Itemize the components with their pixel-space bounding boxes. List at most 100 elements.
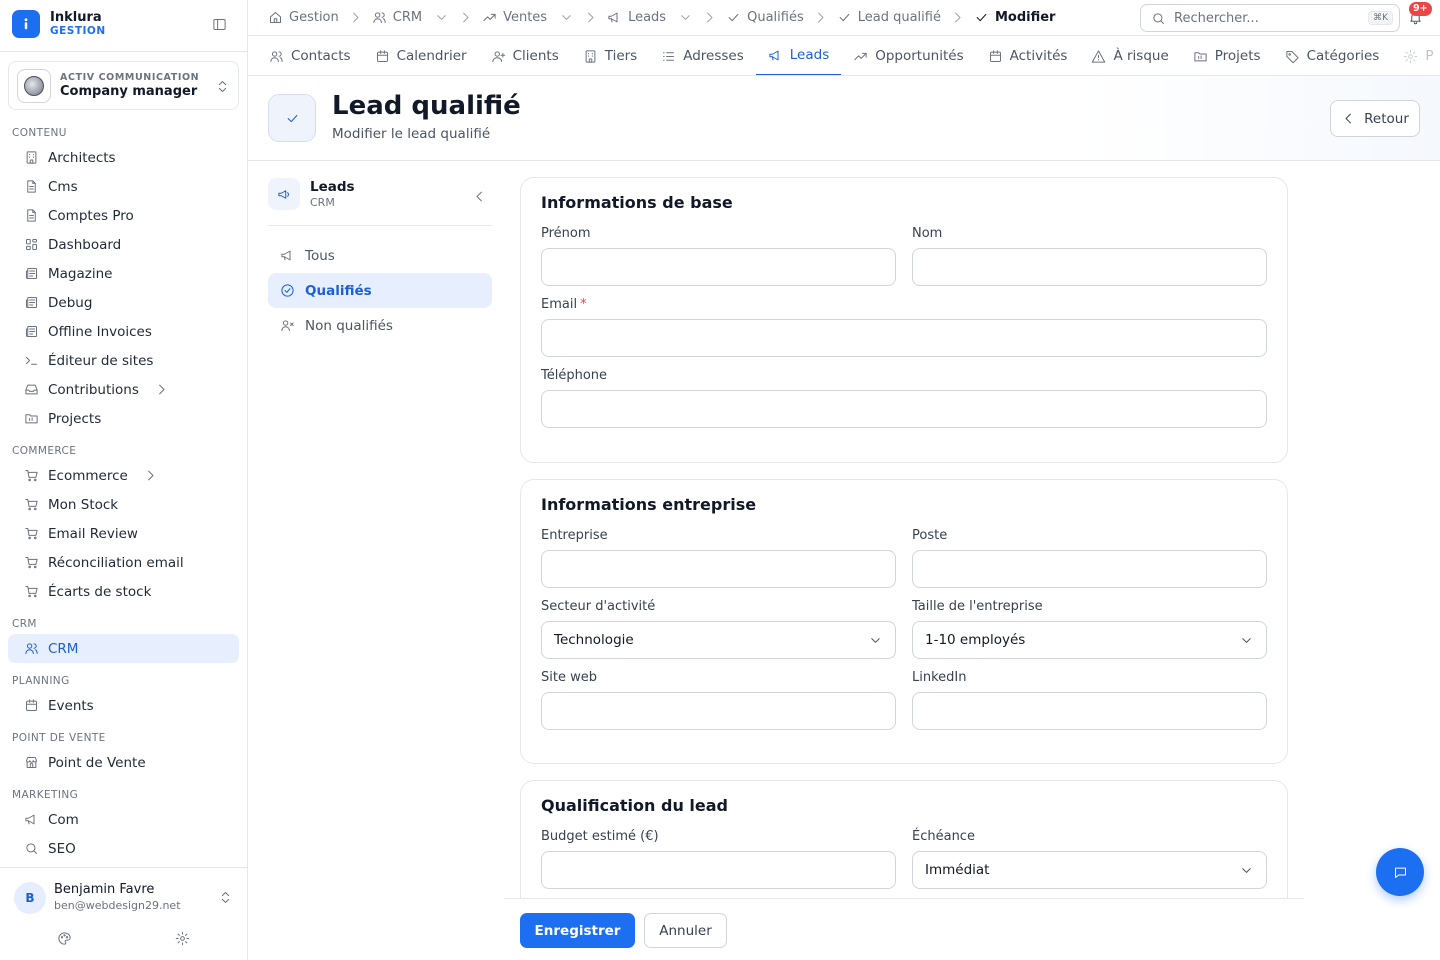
- cancel-button[interactable]: Annuler: [644, 913, 727, 948]
- sidebar-item-label: Com: [48, 811, 79, 828]
- subnav-item-tous[interactable]: Tous: [268, 238, 492, 273]
- subnav-item-non-qualifies[interactable]: Non qualifiés: [268, 308, 492, 343]
- website-label: Site web: [541, 670, 597, 685]
- sector-select[interactable]: Technologie: [541, 621, 896, 659]
- chevron-updown-icon: [215, 79, 230, 94]
- chevron-right-icon: [147, 470, 154, 481]
- chevron-updown-icon[interactable]: [218, 890, 233, 905]
- megaphone-icon: [608, 12, 618, 23]
- chevron-right-icon: [817, 12, 824, 23]
- search-input[interactable]: Rechercher... ⌘K: [1140, 4, 1400, 32]
- budget-field[interactable]: [541, 851, 896, 889]
- chevron-down-icon: [1242, 637, 1251, 643]
- subnav-title: Leads: [310, 178, 355, 195]
- sidebar-toggle-icon[interactable]: [212, 17, 227, 32]
- sidebar-item-magazine[interactable]: Magazine: [8, 259, 239, 288]
- sidebar-item-label: Events: [48, 697, 94, 714]
- breadcrumb-separator: [813, 10, 828, 25]
- sidebar-item-offline-invoices[interactable]: Offline Invoices: [8, 317, 239, 346]
- org-switcher[interactable]: ACTIV COMMUNICATION Company manager: [8, 61, 239, 110]
- sidebar-item-contributions[interactable]: Contributions: [8, 375, 239, 404]
- sidebar-item-debug[interactable]: Debug: [8, 288, 239, 317]
- sidebar-item-point-de-vente[interactable]: Point de Vente: [8, 748, 239, 777]
- sidebar-item-label: SEO: [48, 840, 76, 857]
- position-field[interactable]: [912, 550, 1267, 588]
- breadcrumb-separator: [702, 10, 717, 25]
- users-icon: [270, 50, 283, 62]
- breadcrumb-item[interactable]: Lead qualifié: [837, 10, 941, 25]
- sidebar-item-events[interactable]: Events: [8, 691, 239, 720]
- sidebar-item-ecommerce[interactable]: Ecommerce: [8, 461, 239, 490]
- tab-a-risque[interactable]: À risque: [1079, 36, 1180, 75]
- deadline-label: Échéance: [912, 829, 975, 844]
- breadcrumb-item[interactable]: Gestion: [268, 10, 339, 25]
- sidebar-item-label: Contributions: [48, 381, 139, 398]
- gear-icon[interactable]: [175, 931, 190, 946]
- tab-clients[interactable]: Clients: [479, 36, 571, 75]
- subnav-item-qualifies[interactable]: Qualifiés: [268, 273, 492, 308]
- file-icon: [27, 180, 36, 193]
- sidebar-item-label: Comptes Pro: [48, 207, 134, 224]
- deadline-select[interactable]: Immédiat: [912, 851, 1267, 889]
- user-menu[interactable]: B Benjamin Favre ben@webdesign29.net: [0, 868, 247, 960]
- sector-label: Secteur d'activité: [541, 599, 656, 614]
- check-icon: [268, 94, 316, 142]
- chevron-left-icon[interactable]: [472, 189, 487, 204]
- section-title: Qualification du lead: [541, 796, 728, 815]
- save-button[interactable]: Enregistrer: [520, 913, 635, 948]
- phone-field[interactable]: [541, 390, 1267, 428]
- cart-icon: [25, 499, 38, 511]
- breadcrumb-label: Qualifiés: [747, 10, 804, 25]
- sidebar-item-reconciliation-email[interactable]: Réconciliation email: [8, 548, 239, 577]
- sidebar-item-dashboard[interactable]: Dashboard: [8, 230, 239, 259]
- sidebar-item-projects[interactable]: Projects: [8, 404, 239, 433]
- size-label: Taille de l'entreprise: [912, 599, 1043, 614]
- website-field[interactable]: [541, 692, 896, 730]
- tab-opportunites[interactable]: Opportunités: [841, 36, 975, 75]
- company-field[interactable]: [541, 550, 896, 588]
- brand[interactable]: Inklura GESTION: [12, 10, 106, 38]
- sidebar-section-title: COMMERCE: [12, 445, 77, 457]
- tab-p[interactable]: P: [1391, 36, 1440, 75]
- breadcrumb-item[interactable]: CRM: [372, 10, 449, 25]
- tab-adresses[interactable]: Adresses: [649, 36, 756, 75]
- first-name-field[interactable]: [541, 248, 896, 286]
- breadcrumb-item[interactable]: Leads: [607, 10, 693, 25]
- linkedin-field[interactable]: [912, 692, 1267, 730]
- sidebar-item-label: CRM: [48, 640, 79, 657]
- tab-leads[interactable]: Leads: [755, 36, 842, 75]
- sidebar-item-ecarts-de-stock[interactable]: Écarts de stock: [8, 577, 239, 606]
- sidebar-item-editeur-de-sites[interactable]: Éditeur de sites: [8, 346, 239, 375]
- palette-icon[interactable]: [57, 931, 72, 946]
- sidebar-item-com[interactable]: Com: [8, 805, 239, 834]
- tab-tiers[interactable]: Tiers: [571, 36, 649, 75]
- sidebar-item-label: Offline Invoices: [48, 323, 152, 340]
- sidebar-item-architects[interactable]: Architects: [8, 143, 239, 172]
- tab-contacts[interactable]: Contacts: [257, 36, 363, 75]
- chevron-right-icon: [158, 384, 165, 395]
- folder-icon: [1194, 51, 1207, 61]
- megaphone-icon: [268, 178, 300, 210]
- chat-icon[interactable]: [1376, 848, 1424, 896]
- size-select[interactable]: 1-10 employés: [912, 621, 1267, 659]
- breadcrumb-item[interactable]: Qualifiés: [726, 10, 804, 25]
- back-button[interactable]: Retour: [1330, 100, 1420, 137]
- sidebar-item-seo[interactable]: SEO: [8, 834, 239, 863]
- sidebar-item-cms[interactable]: Cms: [8, 172, 239, 201]
- sidebar-item-email-review[interactable]: Email Review: [8, 519, 239, 548]
- sidebar-item-comptes-pro[interactable]: Comptes Pro: [8, 201, 239, 230]
- topbar: Gestion CRM Ventes Leads Qualifiés Lead quali…: [248, 0, 1440, 35]
- sidebar-item-label: Projects: [48, 410, 102, 427]
- last-name-field[interactable]: [912, 248, 1267, 286]
- tab-calendrier[interactable]: Calendrier: [363, 36, 479, 75]
- tab-activites[interactable]: Activités: [976, 36, 1080, 75]
- sidebar-item-label: Écarts de stock: [48, 583, 152, 600]
- user-x-icon: [281, 320, 294, 331]
- sidebar-item-crm[interactable]: CRM: [8, 634, 239, 663]
- tab-categories[interactable]: Catégories: [1273, 36, 1392, 75]
- sidebar-item-label: Éditeur de sites: [48, 352, 154, 369]
- sidebar-item-mon-stock[interactable]: Mon Stock: [8, 490, 239, 519]
- breadcrumb-item[interactable]: Ventes: [482, 10, 574, 25]
- email-field[interactable]: [541, 319, 1267, 357]
- tab-projets[interactable]: Projets: [1181, 36, 1273, 75]
